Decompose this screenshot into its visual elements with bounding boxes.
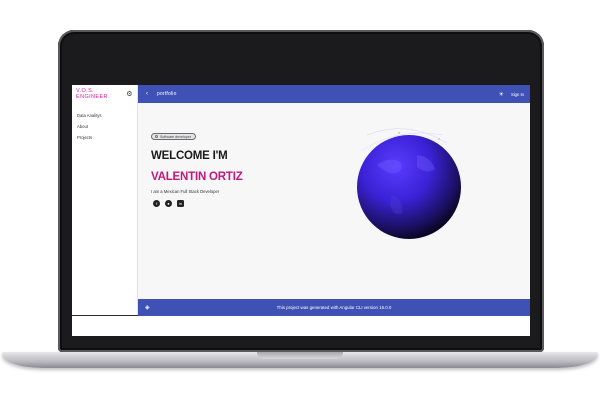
sidebar-item-data-analitys[interactable]: Data Analitys <box>72 110 137 121</box>
sidebar-header: V.O.S. ENGINEER ⚙ <box>72 85 137 103</box>
github-icon[interactable]: ● <box>165 200 172 207</box>
sidebar: V.O.S. ENGINEER ⚙ Data Analitys About Pr… <box>72 85 138 316</box>
social-links: f ● in <box>153 200 184 207</box>
name-heading: VALENTIN ORTIZ <box>151 171 243 183</box>
theme-toggle-icon[interactable]: ☀ <box>499 91 504 98</box>
page-title: portfolio <box>157 91 177 97</box>
chevron-left-icon[interactable]: ‹ <box>141 91 153 97</box>
laptop-screen: V.O.S. ENGINEER ⚙ Data Analitys About Pr… <box>72 85 530 336</box>
welcome-heading: WELCOME I'M <box>151 150 228 162</box>
footer-text: This project was generated with Angular … <box>276 305 392 310</box>
tagline: I am a Mexican Full Stack Developer <box>151 189 220 194</box>
laptop-mockup: V.O.S. ENGINEER ⚙ Data Analitys About Pr… <box>0 0 600 400</box>
sidebar-item-about[interactable]: About <box>72 121 137 132</box>
globe-illustration <box>347 125 467 245</box>
sign-in-button[interactable]: Sign In <box>511 92 524 97</box>
sidebar-item-projects[interactable]: Projects <box>72 132 137 143</box>
linkedin-icon[interactable]: in <box>177 200 184 207</box>
gear-icon[interactable]: ⚙ <box>126 91 133 98</box>
top-app-bar: ‹ portfolio ☀ Sign In <box>138 85 530 103</box>
facebook-icon[interactable]: f <box>153 200 160 207</box>
globe-icon <box>351 128 467 245</box>
screen-blank-area <box>72 316 530 336</box>
main-content: Software developer WELCOME I'M VALENTIN … <box>138 103 530 299</box>
brand-name: V.O.S. ENGINEER <box>76 88 108 100</box>
laptop-notch <box>257 352 343 359</box>
chip-label: Software developer <box>160 134 191 139</box>
chip-icon <box>155 135 158 138</box>
role-chip[interactable]: Software developer <box>151 133 196 140</box>
footer-bar: ◈ This project was generated with Angula… <box>138 299 530 316</box>
